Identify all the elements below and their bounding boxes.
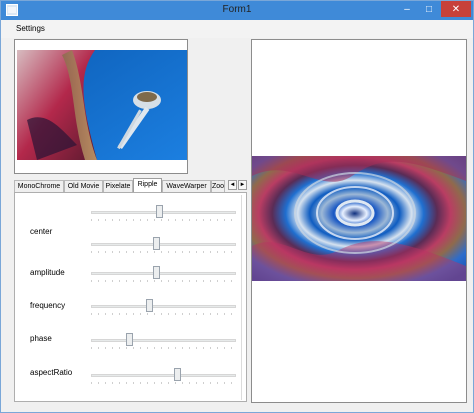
phase-label: phase	[30, 334, 52, 343]
tab-old-movie[interactable]: Old Movie	[64, 180, 103, 192]
frequency-slider[interactable]	[91, 297, 236, 317]
center-y-slider[interactable]	[91, 235, 236, 255]
slider-ticks	[91, 219, 236, 221]
output-image-box	[251, 39, 467, 403]
frequency-label: frequency	[30, 301, 66, 310]
menu-settings[interactable]: Settings	[16, 24, 45, 33]
tab-wavewarper[interactable]: WaveWarper	[162, 180, 211, 192]
title-bar[interactable]: Form1 – □ ✕	[1, 1, 473, 20]
slider-ticks	[91, 251, 236, 253]
source-image	[17, 50, 187, 160]
slider-thumb[interactable]	[146, 299, 153, 312]
output-image	[252, 156, 466, 281]
amplitude-label: amplitude	[30, 268, 65, 277]
center-label: center	[30, 227, 53, 236]
slider-thumb[interactable]	[153, 266, 160, 279]
slider-thumb[interactable]	[153, 237, 160, 250]
slider-ticks	[91, 347, 236, 349]
menu-bar: Settings	[1, 20, 473, 38]
aspect-ratio-slider[interactable]	[91, 366, 236, 386]
app-window: Form1 – □ ✕ Settings MonoChrome Old Movi…	[0, 0, 474, 413]
ripple-settings-panel: center amplitude frequency phase aspectR…	[14, 192, 247, 402]
slider-thumb[interactable]	[126, 333, 133, 346]
panel-scrollbar[interactable]	[241, 195, 242, 400]
minimize-button[interactable]: –	[397, 1, 417, 17]
phase-slider[interactable]	[91, 331, 236, 351]
source-image-box	[14, 39, 188, 174]
slider-ticks	[91, 313, 236, 315]
slider-thumb[interactable]	[174, 368, 181, 381]
slider-track	[91, 374, 236, 377]
slider-thumb[interactable]	[156, 205, 163, 218]
slider-track	[91, 272, 236, 275]
slider-track	[91, 305, 236, 308]
slider-track	[91, 339, 236, 342]
tab-monochrome[interactable]: MonoChrome	[14, 180, 64, 192]
tab-zoo[interactable]: Zoo	[211, 180, 225, 192]
slider-track	[91, 243, 236, 246]
aspect-ratio-label: aspectRatio	[30, 368, 73, 377]
tab-scroll-left-button[interactable]: ◄	[228, 180, 237, 190]
center-x-slider[interactable]	[91, 203, 236, 223]
tab-scroll-right-button[interactable]: ►	[238, 180, 247, 190]
tab-pixelate[interactable]: Pixelate	[103, 180, 133, 192]
amplitude-slider[interactable]	[91, 264, 236, 284]
slider-ticks	[91, 280, 236, 282]
slider-track	[91, 211, 236, 214]
close-button[interactable]: ✕	[441, 1, 471, 17]
tab-ripple[interactable]: Ripple	[133, 178, 162, 192]
slider-ticks	[91, 382, 236, 384]
maximize-button[interactable]: □	[419, 1, 439, 17]
